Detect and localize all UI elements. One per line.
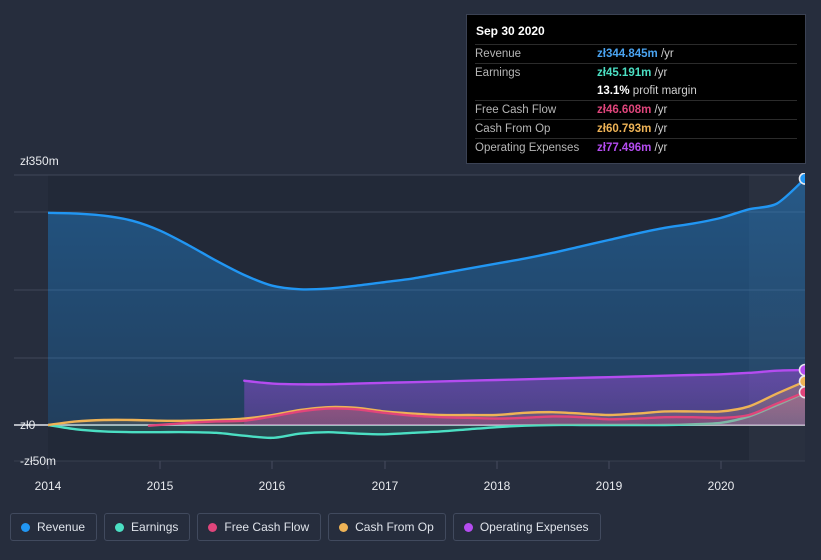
y-axis-tick-label: zł350m <box>20 154 59 168</box>
tooltip-row: Free Cash Flow zł46.608m /yr <box>475 100 797 120</box>
tooltip-row-label: Operating Expenses <box>475 138 597 157</box>
tooltip-row: Revenue zł344.845m /yr <box>475 44 797 64</box>
legend-color-dot-icon <box>21 522 30 532</box>
x-axis-tick-label: 2017 <box>371 479 399 493</box>
legend-item-cash-from-op[interactable]: Cash From Op <box>328 513 446 541</box>
endpoint-cash-from-op <box>798 375 805 388</box>
profit-margin-value: 13.1% <box>597 85 630 97</box>
legend-color-dot-icon <box>463 522 473 532</box>
tooltip-row-value: zł46.608m /yr <box>597 100 797 120</box>
legend-color-dot-icon <box>339 522 349 532</box>
legend-item-free-cash-flow[interactable]: Free Cash Flow <box>197 513 322 541</box>
x-axis-tick-label: 2015 <box>146 479 174 493</box>
tooltip-amount: zł344.845m <box>597 48 658 60</box>
tooltip-amount: zł60.793m <box>597 123 652 135</box>
tooltip-unit: /yr <box>651 104 668 116</box>
endpoint-free-cash-flow <box>798 385 805 399</box>
tooltip-row: 13.1% profit margin <box>475 82 797 101</box>
profit-margin-label: profit margin <box>629 85 697 97</box>
tooltip-amount: zł45.191m <box>597 67 652 79</box>
x-axis-tick-label: 2018 <box>483 479 511 493</box>
x-axis-tick-label: 2014 <box>34 479 62 493</box>
tooltip-amount: zł46.608m <box>597 104 652 116</box>
tooltip-unit: /yr <box>657 48 674 60</box>
legend-color-dot-icon <box>208 522 218 532</box>
tooltip-row-value: 13.1% profit margin <box>597 82 797 101</box>
legend-item-label: Revenue <box>37 520 86 534</box>
x-axis-tick-label: 2019 <box>595 479 623 493</box>
y-axis-tick-label: zł0 <box>20 418 36 432</box>
tooltip-row-label: Free Cash Flow <box>475 100 597 120</box>
tooltip-date: Sep 30 2020 <box>476 24 545 38</box>
legend-item-label: Free Cash Flow <box>224 520 310 534</box>
endpoint-revenue <box>798 173 805 185</box>
legend-item-label: Earnings <box>131 520 179 534</box>
tooltip-table: Revenue zł344.845m /yr Earnings zł45.191m /… <box>475 44 797 157</box>
tooltip-unit: /yr <box>651 67 668 79</box>
chart-tooltip: Sep 30 2020 Revenue zł344.845m /yr Earning… <box>466 14 806 164</box>
tooltip-row: Earnings zł45.191m /yr <box>475 63 797 82</box>
legend-color-dot-icon <box>115 522 125 532</box>
legend-item-earnings[interactable]: Earnings <box>104 513 191 541</box>
tooltip-row-label: Revenue <box>475 44 597 64</box>
x-axis-tick-label: 2016 <box>258 479 286 493</box>
legend-item-revenue[interactable]: Revenue <box>10 513 98 541</box>
endpoint-operating-expenses <box>798 363 805 377</box>
financial-performance-chart: zł350m zł0 -zł50m 2014 2015 2016 2017 2018 2019… <box>0 0 821 560</box>
tooltip-row-value: zł77.496m /yr <box>597 138 797 157</box>
tooltip-row: Operating Expenses zł77.496m /yr <box>475 138 797 157</box>
legend-item-label: Operating Expenses <box>479 520 589 534</box>
legend-item-operating-expenses[interactable]: Operating Expenses <box>452 513 601 541</box>
tooltip-row-value: zł45.191m /yr <box>597 63 797 82</box>
tooltip-amount: zł77.496m <box>597 142 652 154</box>
chart-legend[interactable]: Revenue Earnings Free Cash Flow Cash From O… <box>10 513 601 541</box>
y-axis-tick-label: -zł50m <box>20 454 57 468</box>
tooltip-row-label <box>475 82 597 101</box>
tooltip-row-label: Earnings <box>475 63 597 82</box>
tooltip-row-value: zł60.793m /yr <box>597 119 797 139</box>
tooltip-unit: /yr <box>651 142 668 154</box>
x-axis-tick-label: 2020 <box>707 479 735 493</box>
tooltip-unit: /yr <box>651 123 668 135</box>
tooltip-row-value: zł344.845m /yr <box>597 44 797 64</box>
legend-item-label: Cash From Op <box>355 520 434 534</box>
tooltip-row: Cash From Op zł60.793m /yr <box>475 119 797 139</box>
tooltip-row-label: Cash From Op <box>475 119 597 139</box>
